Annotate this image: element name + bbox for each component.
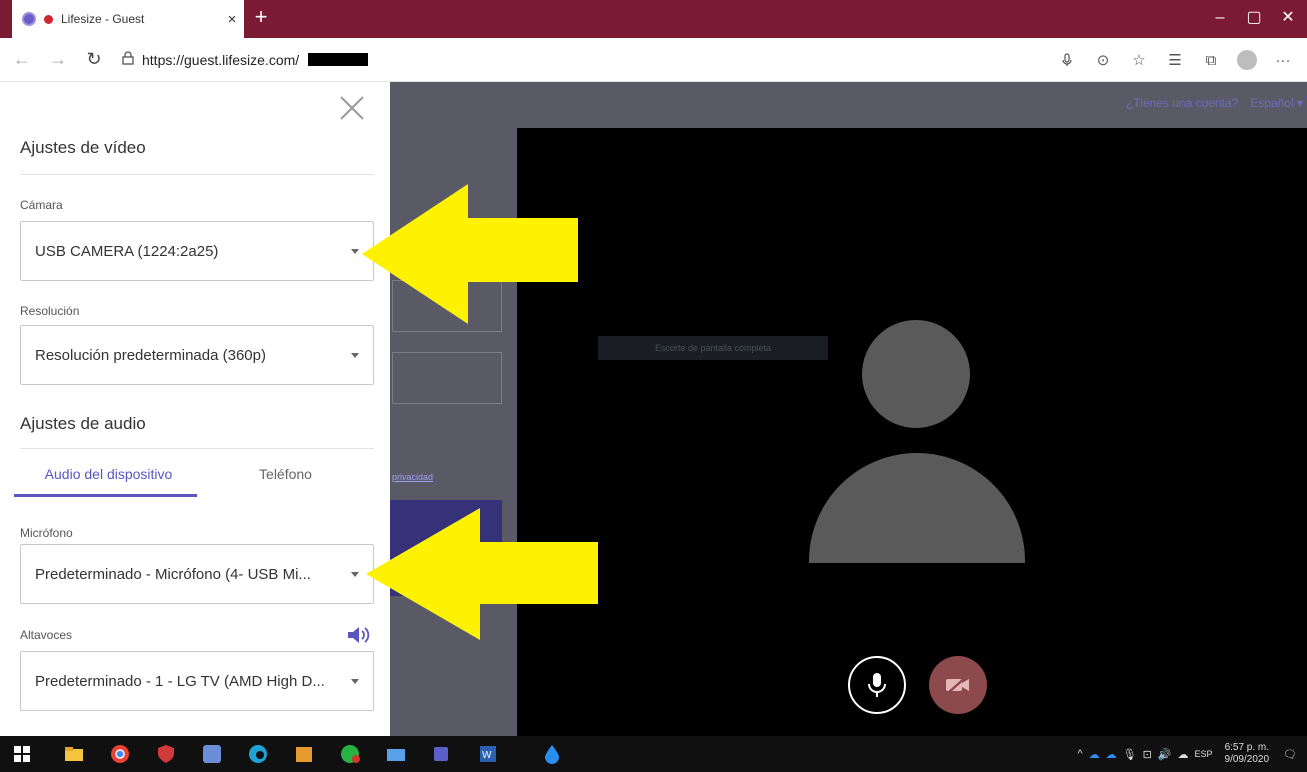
back-button[interactable]: ← [8, 46, 36, 74]
speakers-select[interactable]: Predeterminado - 1 - LG TV (AMD High D..… [20, 651, 374, 711]
tracking-icon[interactable]: ⊙ [1087, 44, 1119, 76]
taskbar: W ^ ☁ ☁ 🎙 ⊡ 🔊 ☁ ESP 6:57 p. m. 9/09/2020… [0, 736, 1307, 772]
tab-phone[interactable]: Teléfono [197, 456, 374, 498]
audio-settings-title: Ajustes de audio [20, 414, 146, 433]
yellow-arrow-microphone [366, 508, 598, 640]
yellow-arrow-camera [362, 184, 578, 324]
avatar-body [809, 453, 1025, 563]
url-redaction [308, 53, 369, 66]
new-tab-button[interactable]: + [248, 4, 274, 30]
app-shield-icon[interactable] [154, 742, 178, 766]
edge-icon[interactable] [246, 742, 270, 766]
camera-off-icon [946, 676, 969, 694]
recording-dot-icon [44, 14, 53, 24]
onedrive-icon[interactable]: ☁ [1089, 748, 1100, 761]
app-people-icon[interactable] [200, 742, 224, 766]
tab-close-button[interactable]: × [220, 11, 244, 28]
url-text: https://guest.lifesize.com/ [142, 51, 300, 68]
system-tray: ^ ☁ ☁ 🎙 ⊡ 🔊 ☁ ESP 6:57 p. m. 9/09/2020 🗨 [1077, 736, 1297, 772]
language-select[interactable]: Español ▾ [1250, 96, 1303, 110]
camera-select-value: USB CAMERA (1224:2a25) [35, 242, 219, 260]
favorite-star-icon[interactable]: ☆ [1123, 44, 1155, 76]
microphone-icon [868, 673, 886, 697]
onedrive-icon[interactable]: ☁ [1106, 748, 1117, 761]
notifications-icon[interactable]: 🗨 [1283, 748, 1297, 761]
more-menu-button[interactable]: ··· [1267, 44, 1299, 76]
lock-icon [122, 51, 134, 68]
camera-off-button[interactable] [929, 656, 987, 714]
window-close-button[interactable]: ✕ [1268, 4, 1307, 32]
background-field [392, 352, 502, 404]
audio-tabs: Audio del dispositivo Teléfono [20, 456, 374, 498]
chevron-down-icon [351, 571, 359, 577]
camera-select[interactable]: USB CAMERA (1224:2a25) [20, 221, 374, 281]
lifesize-favicon-icon [22, 12, 36, 26]
camera-label: Cámara [20, 198, 63, 212]
toolbar-actions: ⊙ ☆ ☰ ⧉ ··· [1051, 38, 1299, 82]
clock-date: 9/09/2020 [1224, 754, 1270, 765]
fullscreen-tooltip: Escorte de pantalla completa [598, 336, 828, 360]
app-package-icon[interactable] [292, 742, 316, 766]
tab-title: Lifesize - Guest [61, 12, 145, 26]
collections-icon[interactable]: ⧉ [1195, 44, 1227, 76]
resolution-label: Resolución [20, 304, 80, 318]
mic-tray-icon[interactable]: 🎙 [1123, 748, 1137, 761]
clock-time: 6:57 p. m. [1224, 742, 1270, 753]
resolution-select[interactable]: Resolución predeterminada (360p) [20, 325, 374, 385]
account-link[interactable]: ¿Tienes una cuenta? [1126, 96, 1238, 110]
microphone-select-value: Predeterminado - Micrófono (4- USB Mi... [35, 565, 311, 583]
browser-tabstrip: Lifesize - Guest × + ‒ ▢ ✕ [0, 0, 1307, 38]
video-settings-title: Ajustes de vídeo [20, 138, 146, 157]
teams-icon[interactable] [430, 742, 454, 766]
volume-icon[interactable]: 🔊 [1158, 748, 1172, 761]
refresh-button[interactable]: ↻ [80, 46, 108, 74]
language-indicator[interactable]: ESP [1195, 749, 1213, 759]
chrome-icon[interactable] [108, 742, 132, 766]
settings-panel: Ajustes de vídeo Cámara USB CAMERA (1224… [0, 82, 390, 736]
profile-avatar[interactable] [1231, 44, 1263, 76]
browser-toolbar: ← → ↻ https://guest.lifesize.com/ ⊙ ☆ ☰ … [0, 38, 1307, 82]
speakers-label: Altavoces [20, 628, 73, 642]
file-explorer-icon[interactable] [62, 742, 86, 766]
windows-start-icon[interactable] [10, 742, 34, 766]
word-icon[interactable]: W [476, 742, 500, 766]
microphone-label: Micrófono [20, 526, 73, 540]
background-privacy-link: privacidad [392, 472, 434, 482]
speakers-select-value: Predeterminado - 1 - LG TV (AMD High D..… [35, 672, 325, 690]
chevron-down-icon [351, 678, 359, 684]
microphone-select[interactable]: Predeterminado - Micrófono (4- USB Mi... [20, 544, 374, 604]
tray-expand-icon[interactable]: ^ [1077, 748, 1082, 760]
chevron-down-icon [351, 352, 359, 358]
browser-tab[interactable]: Lifesize - Guest × [12, 0, 244, 38]
tab-device-audio[interactable]: Audio del dispositivo [20, 456, 197, 498]
top-links: ¿Tienes una cuenta? Español ▾ [1126, 96, 1303, 110]
mute-mic-button[interactable] [848, 656, 906, 714]
clock[interactable]: 6:57 p. m. 9/09/2020 [1225, 742, 1270, 766]
video-preview: Escorte de pantalla completa [517, 128, 1307, 736]
divider [20, 174, 374, 175]
whatsapp-icon[interactable] [338, 742, 362, 766]
forward-button[interactable]: → [44, 46, 72, 74]
close-panel-icon[interactable] [334, 90, 370, 126]
avatar-head [862, 320, 970, 428]
app-drop-icon[interactable] [540, 742, 564, 766]
svg-text:W: W [482, 750, 492, 761]
page-area: ¿Tienes una cuenta? Español ▾ privacidad… [0, 82, 1307, 736]
resolution-select-value: Resolución predeterminada (360p) [35, 346, 266, 364]
cloud-sync-icon[interactable]: ☁ [1178, 748, 1189, 761]
app-envelope-icon[interactable] [384, 742, 408, 766]
mic-permission-icon[interactable] [1051, 44, 1083, 76]
favorites-list-icon[interactable]: ☰ [1159, 44, 1191, 76]
network-icon[interactable]: ⊡ [1143, 748, 1152, 761]
divider [20, 448, 374, 449]
active-tab-indicator [14, 494, 197, 497]
address-bar[interactable]: https://guest.lifesize.com/ [122, 46, 369, 74]
